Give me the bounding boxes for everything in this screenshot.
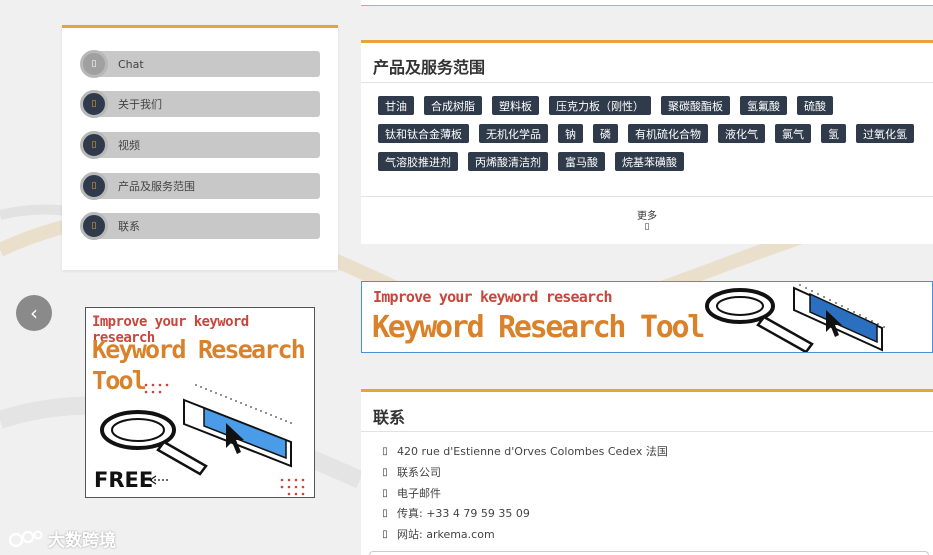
contact-address-text: 420 rue d'Estienne d'Orves Colombes Cede…: [397, 445, 668, 458]
watermark-logo-icon: [8, 530, 43, 547]
company-icon: ▯: [382, 466, 388, 478]
chevron-down-icon[interactable]: ▯: [361, 222, 933, 232]
contact-email-link[interactable]: 电子邮件: [397, 485, 441, 501]
divider: [361, 82, 933, 83]
chat-icon: ▯: [80, 50, 108, 78]
product-tag[interactable]: 塑料板: [492, 96, 539, 115]
nav-label: 视频: [118, 139, 140, 152]
ad-left-free-label: FREE: [94, 468, 154, 492]
video-icon: ▯: [80, 131, 108, 159]
watermark-text: 大数跨境: [48, 531, 116, 551]
ad-banner-headline: Keyword Research Tool: [372, 310, 705, 345]
product-tag[interactable]: 丙烯酸清洁剂: [468, 152, 548, 171]
contact-company[interactable]: ▯ 联系公司: [379, 464, 441, 480]
next-panel-edge: [369, 551, 929, 555]
contact-icon: ▯: [80, 212, 108, 240]
product-tag[interactable]: 氢氟酸: [740, 96, 787, 115]
nav-label: 产品及服务范围: [118, 180, 195, 193]
product-tag[interactable]: 钛和钛合金薄板: [378, 124, 469, 143]
contact-email[interactable]: ▯ 电子邮件: [379, 485, 441, 501]
contact-website[interactable]: ▯ 网站: arkema.com: [379, 526, 495, 542]
product-tag[interactable]: 有机硫化合物: [628, 124, 708, 143]
contact-website-link[interactable]: 网站: arkema.com: [397, 526, 495, 542]
fax-icon: ▯: [382, 507, 388, 519]
product-tag[interactable]: 压克力板（刚性）: [549, 96, 651, 115]
product-tags: 甘油 合成树脂 塑料板 压克力板（刚性） 聚碳酸酯板 氢氟酸 硫酸 钛和钛合金薄…: [378, 96, 928, 171]
contact-company-link[interactable]: 联系公司: [397, 464, 441, 480]
nav-item-chat[interactable]: ▯ Chat: [80, 50, 320, 78]
website-icon: ▯: [382, 528, 388, 540]
ad-left-headline: Keyword Research Tool: [92, 335, 306, 395]
product-tag[interactable]: 氢: [821, 124, 846, 143]
product-tag[interactable]: 富马酸: [558, 152, 605, 171]
product-tag[interactable]: 无机化学品: [479, 124, 548, 143]
chevron-left-icon: ‹: [30, 301, 38, 325]
ad-banner[interactable]: Improve your keyword research Keyword Re…: [361, 281, 933, 353]
nav-item-contact[interactable]: ▯ 联系: [80, 212, 320, 240]
contact-section: 联系 ▯ 420 rue d'Estienne d'Orves Colombes…: [361, 389, 933, 555]
product-tag[interactable]: 气溶胶推进剂: [378, 152, 458, 171]
product-tag[interactable]: 聚碳酸酯板: [661, 96, 730, 115]
product-tag[interactable]: 磷: [593, 124, 618, 143]
nav-item-video[interactable]: ▯ 视频: [80, 131, 320, 159]
nav-label: 关于我们: [118, 98, 162, 111]
product-tag[interactable]: 甘油: [378, 96, 414, 115]
product-tag[interactable]: 过氧化氢: [856, 124, 914, 143]
side-nav: ▯ Chat ▯ 关于我们 ▯ 视频 ▯ 产品及服务范围 ▯ 联系: [62, 25, 338, 270]
carousel-prev-button[interactable]: ‹: [16, 295, 52, 331]
nav-label: Chat: [118, 57, 144, 71]
product-tag[interactable]: 液化气: [718, 124, 765, 143]
email-icon: ▯: [382, 487, 388, 499]
product-tag[interactable]: 合成树脂: [424, 96, 482, 115]
nav-label: 联系: [118, 220, 140, 233]
products-section: 产品及服务范围 甘油 合成树脂 塑料板 压克力板（刚性） 聚碳酸酯板 氢氟酸 硫…: [361, 40, 933, 244]
location-icon: ▯: [382, 445, 388, 457]
contact-fax: ▯ 传真: +33 4 79 59 35 09: [379, 505, 530, 521]
contact-fax-text: 传真: +33 4 79 59 35 09: [397, 507, 530, 520]
product-tag[interactable]: 氯气: [775, 124, 811, 143]
nav-item-products[interactable]: ▯ 产品及服务范围: [80, 172, 320, 200]
product-tag[interactable]: 钠: [558, 124, 583, 143]
info-icon: ▯: [80, 90, 108, 118]
contact-title: 联系: [373, 408, 406, 427]
product-tag[interactable]: 硫酸: [797, 96, 833, 115]
nav-item-about[interactable]: ▯ 关于我们: [80, 90, 320, 118]
more-button[interactable]: 更多: [361, 207, 933, 222]
products-icon: ▯: [80, 172, 108, 200]
products-title: 产品及服务范围: [373, 58, 486, 77]
product-tag[interactable]: 烷基苯磺酸: [615, 152, 684, 171]
divider: [361, 431, 933, 432]
watermark: 大数跨境: [8, 526, 116, 551]
ad-banner-tagline: Improve your keyword research: [373, 288, 613, 306]
previous-section-edge: [361, 0, 933, 6]
ad-left[interactable]: Improve your keyword research Keyword Re…: [85, 307, 315, 498]
contact-address: ▯ 420 rue d'Estienne d'Orves Colombes Ce…: [379, 443, 668, 459]
divider: [361, 196, 933, 197]
